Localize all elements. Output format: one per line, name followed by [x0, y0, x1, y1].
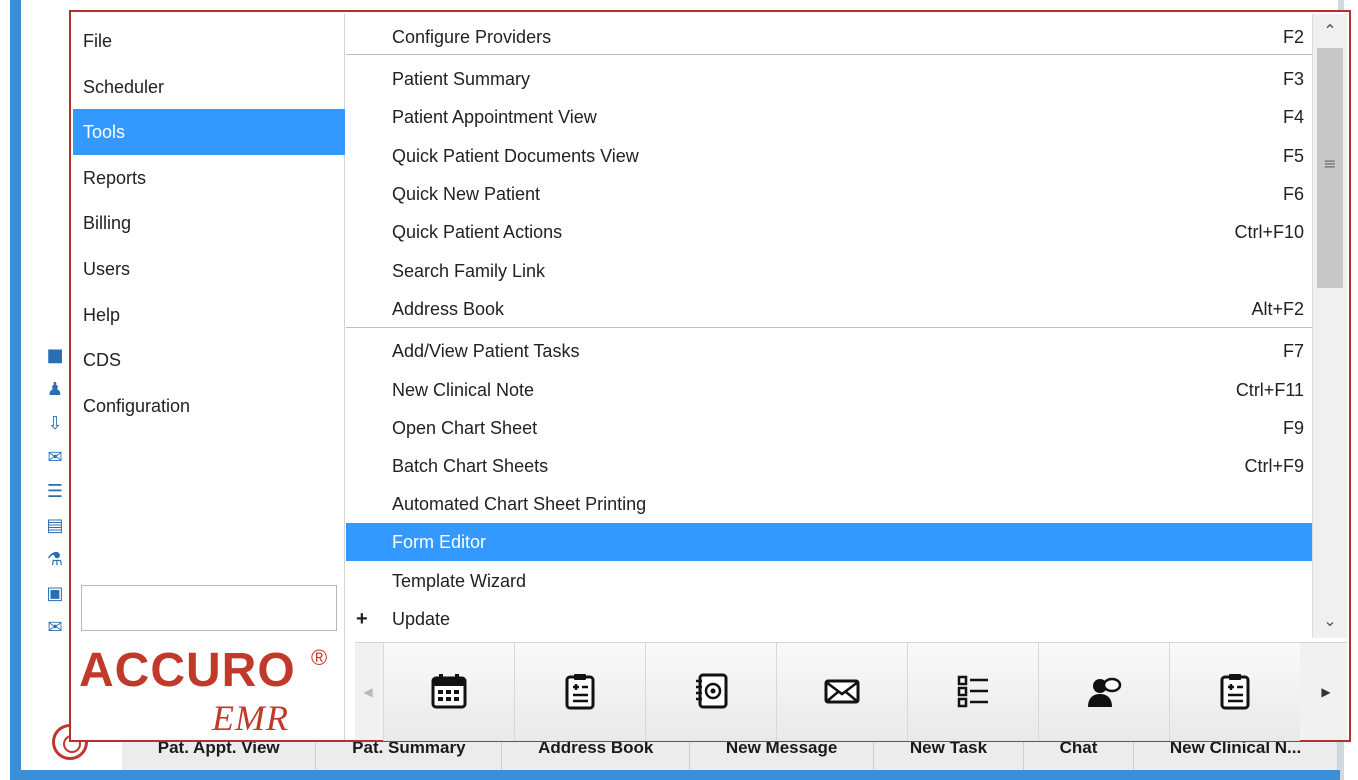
menu-item-form-editor[interactable]: Form Editor — [346, 523, 1312, 561]
menu-item-label: Form Editor — [392, 532, 487, 552]
logo-registered-mark: ® — [311, 645, 328, 670]
menu-item-search-family-link[interactable]: Search Family Link — [346, 252, 1312, 290]
category-reports[interactable]: Reports — [73, 155, 345, 201]
menu-item-label: Configure Providers — [392, 27, 552, 47]
menu-item-template-wizard[interactable]: Template Wizard — [346, 562, 1312, 600]
category-panel: File Scheduler Tools Reports Billing Use… — [73, 14, 345, 740]
menu-item-open-chart-sheet[interactable]: Open Chart Sheet F9 — [346, 409, 1312, 447]
toolbar-address-book-button[interactable] — [645, 643, 776, 741]
menu-item-shortcut: Ctrl+F10 — [1234, 222, 1304, 242]
menu-scrollbar[interactable]: ⌃ ≡ ⌄ — [1312, 14, 1347, 638]
menu-item-quick-new-patient[interactable]: Quick New Patient F6 — [346, 175, 1312, 213]
menu-item-label: Open Chart Sheet — [392, 418, 538, 438]
menu-item-label: Address Book — [392, 299, 505, 319]
scroll-down-icon[interactable]: ⌄ — [1313, 604, 1347, 638]
menu-item-batch-chart-sheets[interactable]: Batch Chart Sheets Ctrl+F9 — [346, 447, 1312, 485]
menu-item-label: Patient Summary — [392, 69, 531, 89]
menu-item-shortcut: F5 — [1282, 146, 1304, 166]
menu-item-shortcut: F9 — [1282, 418, 1304, 438]
menu-item-patient-appointment-view[interactable]: Patient Appointment View F4 — [346, 98, 1312, 136]
toolbar-patient-summary-button[interactable] — [514, 643, 645, 741]
logo-sub: EMR — [212, 698, 289, 738]
message-icon[interactable]: ✉ — [44, 617, 66, 639]
side-icon-column: ■ ♟ ⇩ ✉ ☰ ▤ ⚗ ▣ ✉ — [44, 345, 70, 651]
patient-icon[interactable]: ■ — [44, 345, 66, 367]
category-help[interactable]: Help — [73, 292, 345, 338]
grip-icon: ≡ — [1323, 154, 1337, 173]
category-tools[interactable]: Tools — [73, 109, 345, 155]
scroll-up-icon[interactable]: ⌃ — [1313, 14, 1347, 48]
folder-icon[interactable]: ▣ — [44, 583, 66, 605]
menu-item-label: New Clinical Note — [392, 380, 535, 400]
address-book-icon — [696, 673, 728, 709]
menu-item-configure-providers[interactable]: Configure Providers F2 — [346, 18, 1312, 56]
menu-item-update[interactable]: + Update — [346, 600, 1312, 638]
menu-item-label: Quick New Patient — [392, 184, 541, 204]
menu-item-label: Automated Chart Sheet Printing — [392, 494, 647, 514]
category-configuration[interactable]: Configuration — [73, 383, 345, 429]
menu-item-shortcut: F6 — [1282, 184, 1304, 204]
clipboard-icon — [565, 674, 595, 710]
category-scheduler[interactable]: Scheduler — [73, 64, 345, 110]
toolbar-chat-button[interactable] — [1038, 643, 1169, 741]
expand-plus-icon[interactable]: + — [356, 600, 368, 638]
menu-toolbar: ◀ ▶ — [355, 642, 1347, 741]
logo-name: ACCURO — [79, 644, 296, 697]
menu-item-address-book[interactable]: Address Book Alt+F2 — [346, 290, 1312, 328]
menu-item-shortcut: F7 — [1282, 341, 1304, 361]
menu-item-patient-summary[interactable]: Patient Summary F3 — [346, 60, 1312, 98]
menu-item-label: Batch Chart Sheets — [392, 456, 549, 476]
menu-item-label: Update — [392, 609, 451, 629]
clinical-note-icon — [1220, 674, 1250, 710]
menu-item-add-view-patient-tasks[interactable]: Add/View Patient Tasks F7 — [346, 332, 1312, 370]
toolbar-new-message-button[interactable] — [776, 643, 907, 741]
toolbar-calendar-button[interactable] — [383, 643, 514, 741]
menu-search-input[interactable] — [81, 585, 337, 631]
menu-item-quick-patient-actions[interactable]: Quick Patient Actions Ctrl+F10 — [346, 213, 1312, 251]
list-icon[interactable]: ☰ — [44, 481, 66, 503]
toolbar-scroll-left-icon[interactable]: ◀ — [355, 643, 381, 741]
category-cds[interactable]: CDS — [73, 337, 345, 383]
menu-item-shortcut: F4 — [1282, 107, 1304, 127]
menu-item-shortcut: Ctrl+F9 — [1244, 456, 1304, 476]
menu-item-label: Quick Patient Actions — [392, 222, 563, 242]
toolbar-task-list-button[interactable] — [907, 643, 1038, 741]
menu-item-new-clinical-note[interactable]: New Clinical Note Ctrl+F11 — [346, 371, 1312, 409]
task-list-icon — [957, 675, 988, 708]
accuro-emr-logo: ACCURO ® EMR — [79, 644, 339, 740]
toolbar-clinical-note-button[interactable] — [1169, 643, 1300, 741]
menu-item-shortcut: Alt+F2 — [1251, 299, 1304, 319]
menu-item-label: Search Family Link — [392, 261, 546, 281]
menu-separator — [346, 54, 1312, 55]
document-icon[interactable]: ▤ — [44, 515, 66, 537]
menu-item-shortcut: F2 — [1282, 27, 1304, 47]
category-billing[interactable]: Billing — [73, 200, 345, 246]
main-menu-popup: File Scheduler Tools Reports Billing Use… — [69, 10, 1351, 742]
left-edge-bar — [10, 0, 21, 780]
menu-item-label: Add/View Patient Tasks — [392, 341, 580, 361]
inbox-download-icon[interactable]: ⇩ — [44, 413, 66, 435]
menu-items-panel: Configure Providers F2 Patient Summary F… — [346, 14, 1312, 638]
menu-item-shortcut: F3 — [1282, 69, 1304, 89]
bottom-edge-bar — [10, 770, 1340, 780]
menu-item-label: Template Wizard — [392, 571, 527, 591]
scroll-thumb[interactable]: ≡ — [1317, 48, 1343, 288]
mail-icon[interactable]: ✉ — [44, 447, 66, 469]
menu-item-label: Patient Appointment View — [392, 107, 597, 127]
users-icon[interactable]: ♟ — [44, 379, 66, 401]
lab-flask-icon[interactable]: ⚗ — [44, 549, 66, 571]
calendar-icon — [431, 674, 467, 709]
menu-item-quick-patient-documents-view[interactable]: Quick Patient Documents View F5 — [346, 137, 1312, 175]
menu-item-shortcut: Ctrl+F11 — [1235, 380, 1304, 400]
menu-separator — [346, 327, 1312, 328]
envelope-icon — [824, 679, 860, 704]
toolbar-scroll-right-icon[interactable]: ▶ — [1305, 643, 1347, 741]
chat-icon — [1088, 677, 1122, 707]
menu-item-label: Quick Patient Documents View — [392, 146, 639, 166]
category-file[interactable]: File — [73, 18, 345, 64]
menu-item-automated-chart-sheet-printing[interactable]: Automated Chart Sheet Printing — [346, 485, 1312, 523]
category-users[interactable]: Users — [73, 246, 345, 292]
